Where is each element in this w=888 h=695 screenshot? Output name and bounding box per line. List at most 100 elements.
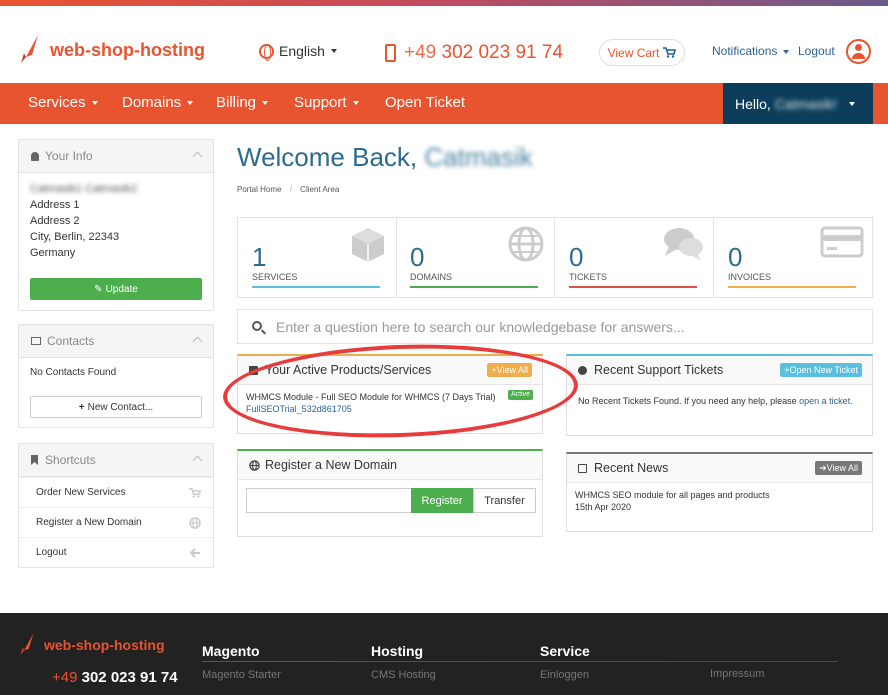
nav-domains[interactable]: Domains <box>122 94 194 111</box>
tile-bar <box>728 286 856 288</box>
panel-title: Your Active Products/Services <box>265 363 432 377</box>
shortcut-register-domain[interactable]: Register a New Domain <box>19 507 213 537</box>
phone-prefix: +49 <box>404 42 437 63</box>
user-icon[interactable] <box>846 39 871 64</box>
nav-open-ticket[interactable]: Open Ticket <box>385 94 465 111</box>
news-item[interactable]: WHMCS SEO module for all pages and produ… <box>567 483 872 519</box>
chevron-up-icon[interactable] <box>192 336 203 347</box>
search-placeholder: Enter a question here to search our know… <box>276 318 685 335</box>
view-all-products-button[interactable]: + View All <box>487 363 532 377</box>
chevron-up-icon[interactable] <box>192 455 203 466</box>
user-menu[interactable]: Hello, Catmasik! <box>723 83 873 124</box>
panel-title: Contacts <box>47 334 95 348</box>
tile-tickets[interactable]: 0 TICKETS <box>555 218 714 297</box>
page-title: Welcome Back, Catmasik <box>237 142 533 173</box>
footer-phone-number: 302 023 91 74 <box>81 669 178 686</box>
view-all-news-button[interactable]: ➔ View All <box>815 461 862 475</box>
pencil-icon: ✎ <box>94 283 103 295</box>
tile-services[interactable]: 1 SERVICES <box>238 218 397 297</box>
chevron-down-icon <box>783 49 790 54</box>
tile-invoices[interactable]: 0 INVOICES <box>714 218 872 297</box>
footer-col-title-hosting: Hosting <box>371 643 424 659</box>
header-phone[interactable]: +49 302 023 91 74 <box>385 42 563 64</box>
domain-search-input[interactable] <box>246 488 412 513</box>
panel-title: Shortcuts <box>45 453 96 467</box>
panel-title: Recent Support Tickets <box>594 363 724 377</box>
nav-label: Domains <box>122 94 182 111</box>
panel-header: Recent Support Tickets + Open New Ticket <box>567 356 872 385</box>
panel-header[interactable]: Contacts <box>19 325 213 358</box>
your-info-body: Catmasik1 Catmasik2 Address 1 Address 2 … <box>19 173 213 269</box>
footer-logo[interactable]: web-shop-hosting <box>18 631 165 659</box>
update-label: Update <box>105 283 138 295</box>
globe-icon <box>259 43 274 61</box>
globe-icon <box>249 460 260 471</box>
recent-news-panel: Recent News ➔ View All WHMCS SEO module f… <box>566 452 873 532</box>
tile-domains[interactable]: 0 DOMAINS <box>396 218 555 297</box>
panel-title: Your Info <box>45 149 93 163</box>
footer-brand: web-shop-hosting <box>44 637 165 653</box>
plus-icon: + <box>78 401 85 413</box>
new-contact-button[interactable]: + New Contact... <box>30 396 202 418</box>
phone-icon <box>385 44 396 62</box>
breadcrumb-home[interactable]: Portal Home <box>237 185 281 194</box>
view-cart-label: View Cart <box>607 45 660 60</box>
footer-link-impressum[interactable]: Impressum <box>710 668 764 680</box>
open-ticket-label: Open New Ticket <box>789 365 858 375</box>
tile-count: 0 <box>569 242 584 272</box>
footer-phone[interactable]: +49 302 023 91 74 <box>52 669 178 686</box>
phone-number: 302 023 91 74 <box>441 42 564 63</box>
recent-tickets-panel: Recent Support Tickets + Open New Ticket … <box>566 354 873 436</box>
tile-count: 1 <box>252 242 267 272</box>
nav-billing[interactable]: Billing <box>216 94 269 111</box>
panel-header: Register a New Domain <box>238 451 542 480</box>
breadcrumb-current: Client Area <box>300 185 340 194</box>
city-line: City, Berlin, 22343 <box>30 231 120 243</box>
cube-icon <box>352 228 384 262</box>
shortcut-order-new-services[interactable]: Order New Services <box>19 477 213 507</box>
view-cart-button[interactable]: View Cart <box>599 39 685 66</box>
folder-icon <box>31 337 41 345</box>
view-all-label: View All <box>826 463 858 473</box>
brand-name: web-shop-hosting <box>50 39 205 60</box>
news-date: 15th Apr 2020 <box>575 502 632 512</box>
nav-support[interactable]: Support <box>294 94 359 111</box>
panel-title: Register a New Domain <box>265 458 397 472</box>
cube-icon <box>249 366 258 375</box>
footer-link-magento-starter[interactable]: Magento Starter <box>202 669 281 681</box>
footer-col-title-magento: Magento <box>202 643 260 659</box>
chevron-up-icon[interactable] <box>192 151 203 162</box>
footer-phone-prefix: +49 <box>52 669 78 686</box>
panel-header[interactable]: Shortcuts <box>19 444 213 477</box>
register-button[interactable]: Register <box>411 488 473 513</box>
shortcut-logout[interactable]: Logout <box>19 537 213 567</box>
footer-link-cms-hosting[interactable]: CMS Hosting <box>371 669 436 681</box>
language-selector[interactable]: English <box>259 43 337 61</box>
no-contacts-text: No Contacts Found <box>30 367 117 378</box>
breadcrumb: Portal Home / Client Area <box>237 185 339 194</box>
open-ticket-link[interactable]: open a ticket. <box>799 396 853 406</box>
nav-label: Services <box>28 94 86 111</box>
status-badge: Active <box>507 390 533 400</box>
header: web-shop-hosting English +49 302 023 91 … <box>0 6 888 83</box>
stats-tiles: 1 SERVICES 0 DOMAINS 0 TICKETS 0 INVOICE… <box>237 217 873 298</box>
open-new-ticket-button[interactable]: + Open New Ticket <box>780 363 862 377</box>
notifications-menu[interactable]: Notifications <box>712 44 790 58</box>
logout-link[interactable]: Logout <box>798 44 835 58</box>
address-line-2: Address 2 <box>30 215 80 227</box>
update-button[interactable]: ✎ Update <box>30 278 202 300</box>
product-list-item[interactable]: WHMCS Module - Full SEO Module for WHMCS… <box>238 385 542 421</box>
knowledgebase-search-input[interactable]: Enter a question here to search our know… <box>237 309 873 344</box>
tile-bar <box>569 286 697 288</box>
transfer-button[interactable]: Transfer <box>473 488 536 513</box>
nav-services[interactable]: Services <box>28 94 98 111</box>
tickets-body: No Recent Tickets Found. If you need any… <box>567 385 872 413</box>
shortcuts-panel: Shortcuts Order New Services Register a … <box>18 443 214 568</box>
breadcrumb-separator: / <box>289 185 292 194</box>
logo[interactable]: web-shop-hosting <box>18 33 205 67</box>
footer-link-einloggen[interactable]: Einloggen <box>540 669 589 681</box>
panel-header[interactable]: Your Info <box>19 140 213 173</box>
nav-label: Billing <box>216 94 257 111</box>
product-domain-link[interactable]: FullSEOTrial_532d861705 <box>246 403 534 415</box>
panel-header: Your Active Products/Services + View All <box>238 356 542 385</box>
